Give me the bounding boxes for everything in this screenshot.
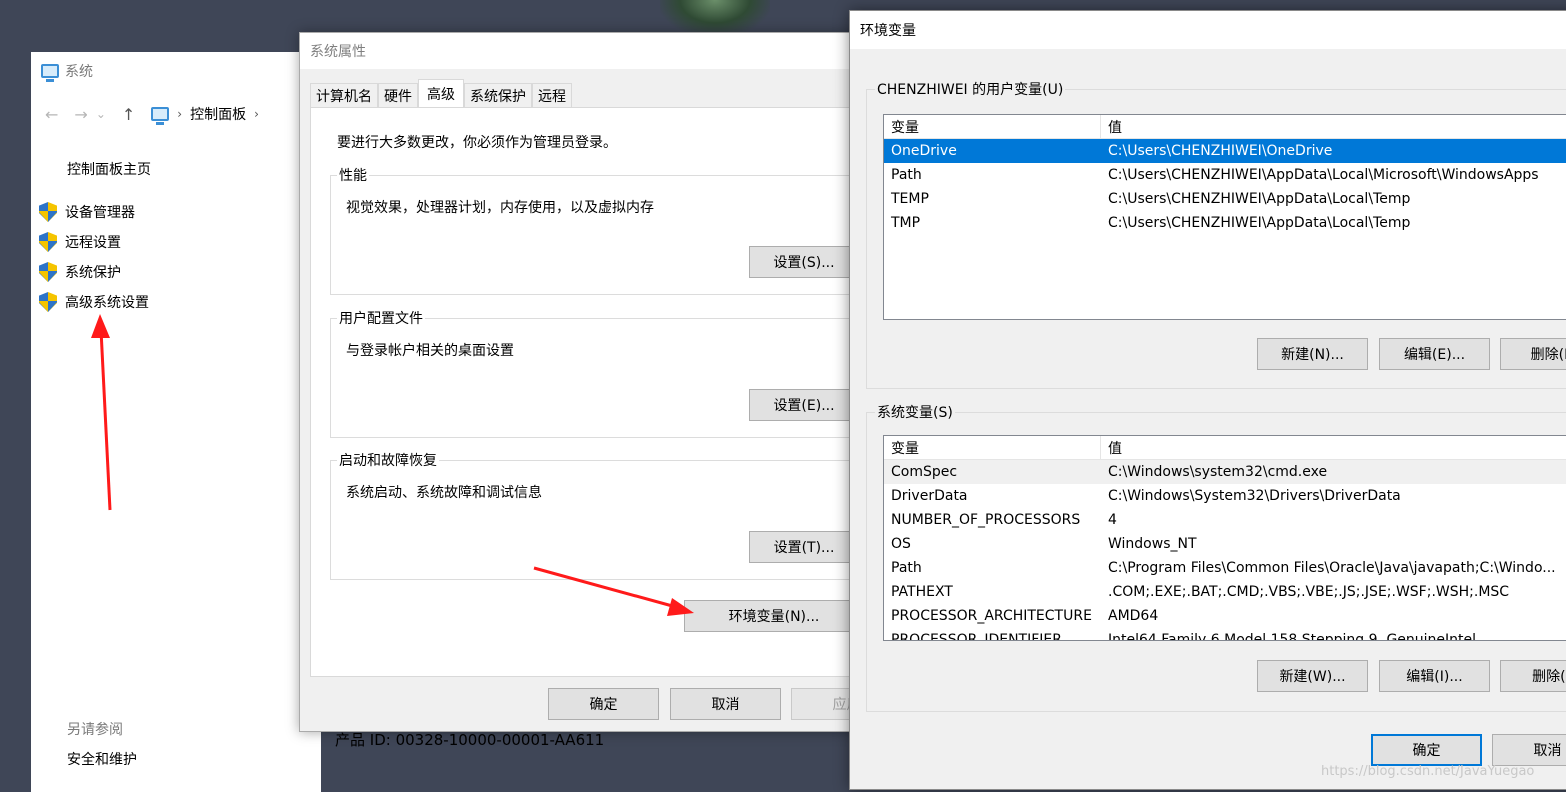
annotation-arrows (91, 314, 694, 616)
arrow-to-advanced-settings-icon (91, 314, 112, 511)
tab-advanced[interactable]: 高级 (418, 79, 464, 107)
arrow-to-env-button-icon (533, 566, 694, 616)
